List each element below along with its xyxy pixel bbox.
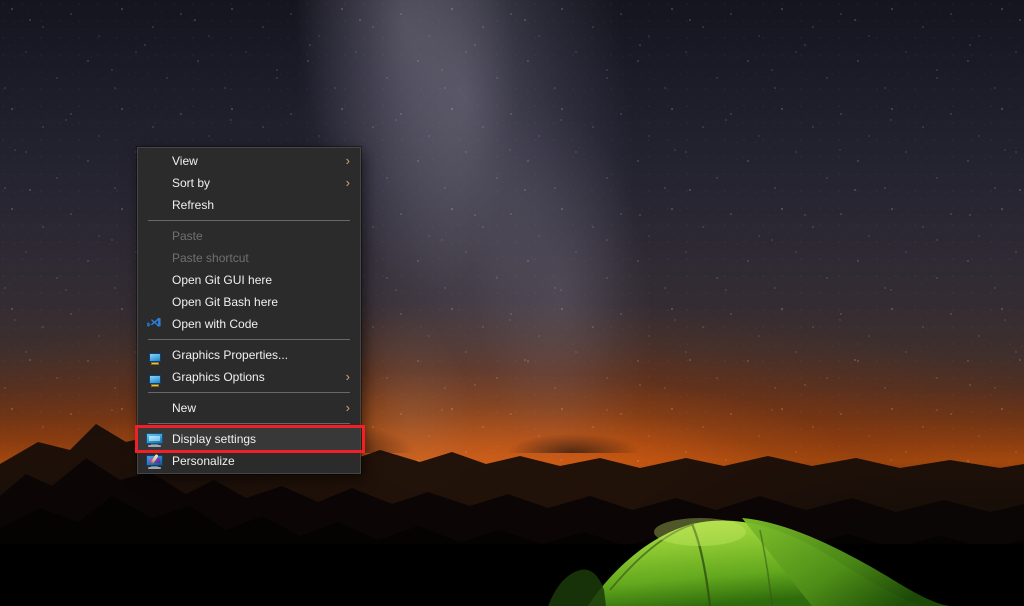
display-icon [146,431,163,448]
menu-item-view[interactable]: View › [138,150,360,172]
menu-item-open-with-code[interactable]: Open with Code [138,313,360,335]
graphics-icon [146,347,163,365]
menu-item-display-settings[interactable]: Display settings [135,425,365,453]
menu-separator [148,423,350,424]
menu-item-paste: Paste [138,225,360,247]
menu-item-label: Refresh [172,198,215,212]
chevron-right-icon: › [345,399,350,415]
menu-item-graphics-properties[interactable]: Graphics Properties... [138,344,360,366]
git-icon [146,272,163,289]
menu-item-label: Open Git Bash here [172,295,279,309]
menu-item-personalize[interactable]: Personalize [138,450,360,472]
git-icon [146,294,163,311]
chevron-right-icon: › [345,174,350,190]
menu-item-label: Open with Code [172,317,259,331]
menu-item-label: Display settings [172,432,257,446]
menu-item-label: New [172,401,197,415]
menu-item-open-git-bash-here[interactable]: Open Git Bash here [138,291,360,313]
menu-item-label: Personalize [172,454,235,468]
menu-item-label: Graphics Options [172,370,265,384]
vscode-icon [146,316,163,333]
menu-item-graphics-options[interactable]: Graphics Options › [138,366,360,388]
menu-separator [148,220,350,221]
menu-item-label: Paste [172,229,203,243]
menu-item-open-git-gui-here[interactable]: Open Git GUI here [138,269,360,291]
menu-item-label: View [172,154,198,168]
menu-item-label: Paste shortcut [172,251,249,265]
personalize-icon [146,453,163,470]
menu-separator [148,339,350,340]
menu-item-paste-shortcut: Paste shortcut [138,247,360,269]
desktop[interactable]: View › Sort by › Refresh Paste Paste sho… [0,0,1024,606]
desktop-context-menu[interactable]: View › Sort by › Refresh Paste Paste sho… [135,147,365,474]
menu-item-label: Open Git GUI here [172,273,273,287]
chevron-right-icon: › [345,368,350,384]
chevron-right-icon: › [345,152,350,168]
graphics-icon [146,369,163,387]
menu-separator [148,392,350,393]
menu-item-new[interactable]: New › [138,397,360,419]
menu-item-label: Graphics Properties... [172,348,289,362]
menu-item-sort-by[interactable]: Sort by › [138,172,360,194]
menu-item-label: Sort by [172,176,211,190]
menu-item-refresh[interactable]: Refresh [138,194,360,216]
